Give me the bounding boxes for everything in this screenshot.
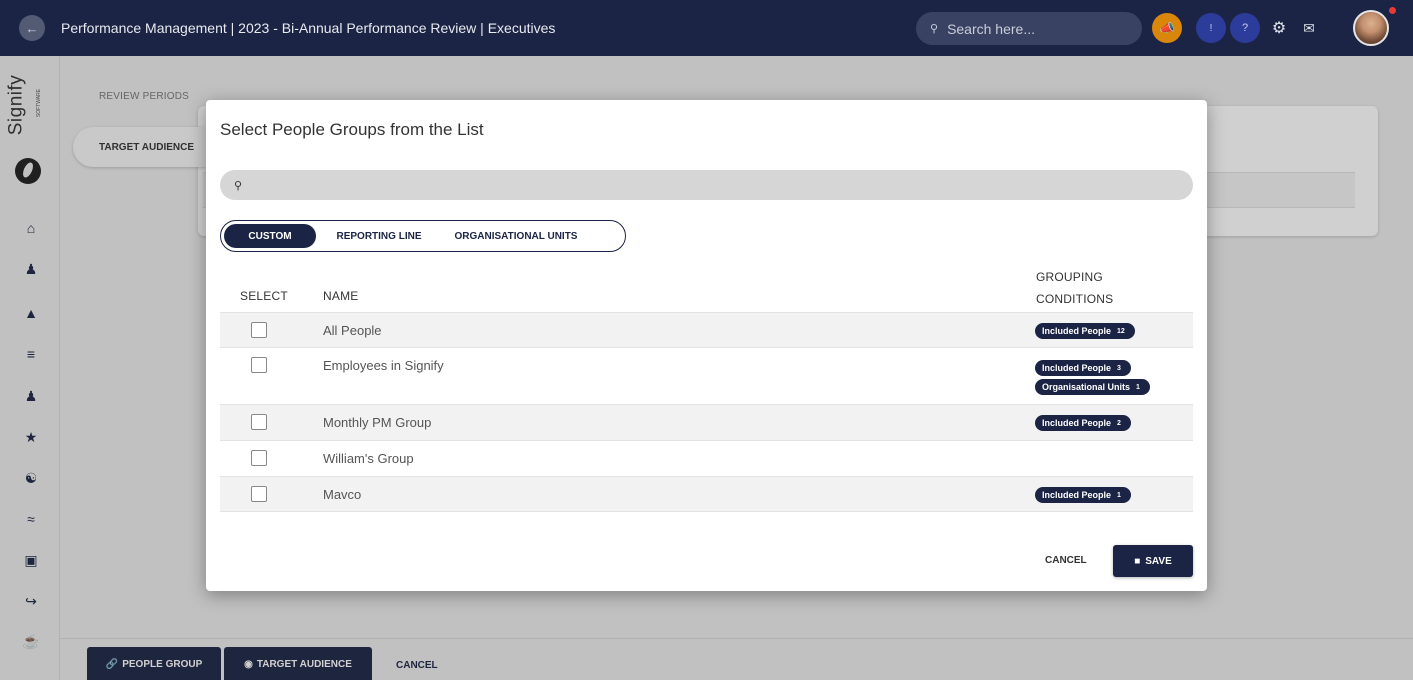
search-placeholder: Search here... [947,20,1035,37]
badge-count: 1 [1117,491,1121,499]
badge-count: 3 [1117,364,1121,372]
condition-badge: Included People 1 [1035,487,1131,503]
table-row: All People Included People 12 [220,312,1193,348]
search-icon: ⚲ [234,179,243,192]
column-header-name: NAME [323,289,359,303]
row-checkbox[interactable] [251,322,267,338]
badge-label: Included People [1042,418,1112,428]
badge-label: Included People [1042,363,1112,373]
avatar[interactable] [1353,10,1389,46]
row-name: William's Group [323,451,414,466]
column-header-select: SELECT [240,289,288,303]
page-title: Performance Management | 2023 - Bi-Annua… [61,20,556,36]
row-name: Mavco [323,487,362,502]
badge-count: 12 [1117,327,1125,335]
mail-icon[interactable]: ✉ [1294,13,1324,43]
help-icon[interactable]: ? [1230,13,1260,43]
row-name: Employees in Signify [323,358,444,373]
condition-badge: Included People 3 [1035,360,1131,376]
badge-label: Included People [1042,326,1112,336]
badge-count: 2 [1117,419,1121,427]
column-header-grouping-conditions: GROUPING CONDITIONS [1036,266,1113,310]
table-row: Mavco Included People 1 [220,477,1193,512]
badge-count: 1 [1136,383,1140,391]
row-checkbox[interactable] [251,414,267,430]
megaphone-icon[interactable]: 📣 [1152,13,1182,43]
global-search-input[interactable]: ⚲ Search here... [916,12,1142,45]
condition-badge: Organisational Units 1 [1035,379,1150,395]
grouping-header-line2: CONDITIONS [1036,292,1114,306]
table-row: Employees in Signify Included People 3 O… [220,348,1193,405]
badge-label: Included People [1042,490,1112,500]
gear-icon[interactable]: ⚙ [1264,13,1294,43]
table-row: Monthly PM Group Included People 2 [220,405,1193,441]
back-arrow-icon[interactable]: ← [19,15,45,41]
save-button[interactable]: ■ SAVE [1113,545,1193,577]
dialog-title: Select People Groups from the List [220,120,484,139]
row-name: All People [323,323,382,338]
floppy-disk-icon: ■ [1134,555,1141,567]
tab-reporting-line[interactable]: REPORTING LINE [329,224,429,248]
condition-badge: Included People 12 [1035,323,1135,339]
row-checkbox[interactable] [251,450,267,466]
dialog-search-field[interactable]: ⚲ [220,170,1193,200]
badge-label: Organisational Units [1042,382,1131,392]
cancel-button[interactable]: CANCEL [1045,555,1087,566]
select-people-groups-dialog: Select People Groups from the List ⚲ CUS… [206,100,1207,591]
alert-icon[interactable]: ! [1196,13,1226,43]
condition-badge: Included People 2 [1035,415,1131,431]
tab-organisational-units[interactable]: ORGANISATIONAL UNITS [441,224,591,248]
row-checkbox[interactable] [251,357,267,373]
row-checkbox[interactable] [251,486,267,502]
table-row: William's Group [220,441,1193,477]
notification-dot [1389,7,1396,14]
group-type-tabs: CUSTOM REPORTING LINE ORGANISATIONAL UNI… [220,220,626,252]
dialog-search-input[interactable] [250,177,1151,193]
grouping-header-line1: GROUPING [1036,270,1103,284]
search-icon: ⚲ [930,23,939,35]
row-name: Monthly PM Group [323,415,432,430]
tab-custom[interactable]: CUSTOM [224,224,316,248]
save-label: SAVE [1145,555,1172,567]
